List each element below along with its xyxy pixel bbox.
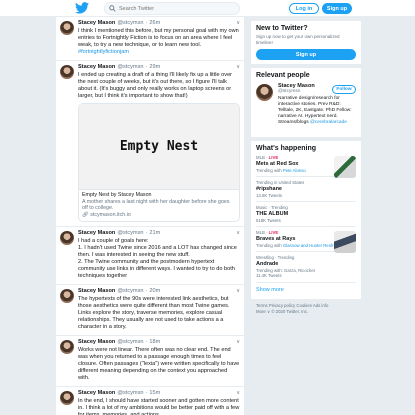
card-description: A mother shares a last night with her da… bbox=[82, 198, 230, 212]
tweet[interactable]: Stacey Mason @stcymsn · 29m ∨ I ended up… bbox=[56, 61, 244, 227]
tweet-text: In the end, I should have started sooner… bbox=[78, 398, 240, 415]
card-url: stcymason.itch.io bbox=[90, 211, 131, 218]
new-to-twitter-subtitle: Sign up now to get your own personalized… bbox=[256, 34, 340, 45]
author-name[interactable]: Stacey Mason bbox=[78, 390, 115, 397]
card-image: Empty Nest bbox=[79, 104, 239, 190]
avatar[interactable] bbox=[60, 65, 74, 79]
bio-link[interactable]: @cerebralarcade bbox=[310, 120, 347, 125]
trend-meta: MLB bbox=[256, 155, 265, 160]
author-name[interactable]: Stacey Mason bbox=[78, 230, 115, 237]
tweet-text: Works were not linear. There often was n… bbox=[78, 347, 240, 381]
author-handle[interactable]: @stcymsn bbox=[117, 339, 143, 346]
tweet[interactable]: Stacey Mason @stcymsn · 15m ∨ In the end… bbox=[56, 387, 244, 415]
sidebar-signup-button[interactable]: Sign up bbox=[256, 49, 356, 60]
author-handle[interactable]: @stcymsn bbox=[117, 20, 143, 27]
search-input[interactable] bbox=[119, 5, 239, 12]
avatar[interactable] bbox=[60, 289, 74, 303]
signup-button[interactable]: Sign up bbox=[322, 3, 352, 14]
tweet[interactable]: Stacey Mason @stcymsn · 20m ∨ The hypert… bbox=[56, 285, 244, 336]
tweet-time[interactable]: 26m bbox=[149, 20, 160, 27]
chevron-down-icon[interactable]: ∨ bbox=[236, 64, 240, 71]
tweet-text: I ended up creating a draft of a thing I… bbox=[78, 72, 233, 99]
link-icon: 🔗︎ bbox=[82, 211, 91, 218]
tweet-text: I think I mentioned this before, but my … bbox=[78, 28, 239, 48]
trend-with-link[interactable]: Pete Alonso bbox=[283, 168, 306, 173]
twitter-logo-icon[interactable] bbox=[75, 2, 89, 14]
tweet-text: I had a couple of goals here: 1. I hadn'… bbox=[78, 238, 237, 279]
trend-title: #ripshane bbox=[256, 185, 282, 192]
trend-sub: 518K Tweets bbox=[256, 217, 281, 223]
follow-button[interactable]: Follow bbox=[332, 85, 356, 94]
tweet[interactable]: Stacey Mason @stcymsn · 26m ∨ I think I … bbox=[56, 17, 244, 61]
trend-item[interactable]: MLB · LIVE Mets at Red Sox Trending with… bbox=[256, 152, 356, 178]
author-name[interactable]: Stacey Mason bbox=[78, 288, 115, 295]
live-badge: LIVE bbox=[268, 230, 279, 235]
tweet-feed: Stacey Mason @stcymsn · 26m ∨ I think I … bbox=[56, 17, 244, 415]
trend-item[interactable]: MLB · LIVE Braves at Rays Trending with … bbox=[256, 227, 356, 253]
chevron-down-icon[interactable]: ∨ bbox=[236, 339, 240, 346]
card-image-text: Empty Nest bbox=[119, 139, 199, 154]
trend-item[interactable]: Music · Trending THE ALBUM 518K Tweets bbox=[256, 202, 356, 227]
tweet-time[interactable]: 21m bbox=[149, 230, 160, 237]
search-box[interactable] bbox=[104, 2, 240, 15]
chevron-down-icon[interactable]: ∨ bbox=[236, 20, 240, 27]
trend-sub: 13.6K Tweets bbox=[256, 192, 282, 198]
link-card[interactable]: Empty Nest Empty Nest by Stacey Mason A … bbox=[78, 103, 240, 222]
trend-thumbnail bbox=[334, 231, 356, 253]
chevron-down-icon[interactable]: ∨ bbox=[236, 390, 240, 397]
relevant-people-box: Relevant people Stacey Mason @stcymsn Fo… bbox=[251, 68, 361, 137]
top-bar: Log in Sign up bbox=[0, 0, 415, 17]
trend-with-link[interactable]: Glasnow and Hunter Renfroe bbox=[283, 243, 339, 248]
tweet-time[interactable]: 29m bbox=[149, 64, 160, 71]
new-to-twitter-title: New to Twitter? bbox=[256, 25, 308, 32]
trend-sub-count: 11.4K Tweets bbox=[256, 273, 282, 278]
tweet-time[interactable]: 18m bbox=[149, 339, 160, 346]
tweet-time[interactable]: 20m bbox=[149, 288, 160, 295]
footer-copyright[interactable]: More ∨ © 2020 Twitter, Inc. bbox=[256, 309, 356, 315]
author-handle[interactable]: @stcymsn bbox=[117, 288, 143, 295]
hashtag-link[interactable]: #fortnightlyfictionjam bbox=[78, 49, 240, 56]
chevron-down-icon[interactable]: ∨ bbox=[236, 288, 240, 295]
chevron-down-icon[interactable]: ∨ bbox=[236, 230, 240, 237]
trend-item[interactable]: Trending in United States #ripshane 13.6… bbox=[256, 177, 356, 202]
right-sidebar: New to Twitter? Sign up now to get your … bbox=[251, 17, 361, 319]
author-name[interactable]: Stacey Mason bbox=[78, 339, 115, 346]
author-handle[interactable]: @stcymsn bbox=[117, 390, 143, 397]
relevant-people-title: Relevant people bbox=[256, 72, 310, 79]
search-icon bbox=[109, 5, 116, 12]
author-name[interactable]: Stacey Mason bbox=[78, 20, 115, 27]
trend-meta: MLB bbox=[256, 230, 265, 235]
new-to-twitter-box: New to Twitter? Sign up now to get your … bbox=[251, 21, 361, 64]
trend-sub: Trending with bbox=[256, 167, 282, 173]
trends-box: What's happening MLB · LIVE Mets at Red … bbox=[251, 141, 361, 299]
trend-sub: Trending with bbox=[256, 242, 282, 248]
author-handle[interactable]: @stcymsn bbox=[117, 64, 143, 71]
trend-title: Andrade bbox=[256, 260, 279, 267]
avatar[interactable] bbox=[60, 21, 74, 35]
trends-title: What's happening bbox=[256, 145, 316, 152]
author-name[interactable]: Stacey Mason bbox=[78, 64, 115, 71]
trend-item[interactable]: Wrestling · Trending Andrade Trending wi… bbox=[256, 252, 356, 283]
tweet-text: The hypertexts of the 90s were intereste… bbox=[78, 296, 230, 330]
avatar[interactable] bbox=[60, 391, 74, 405]
login-button[interactable]: Log in bbox=[289, 3, 319, 14]
author-handle[interactable]: @stcymsn bbox=[117, 230, 143, 237]
trend-thumbnail bbox=[334, 156, 356, 178]
tweet-time[interactable]: 15m bbox=[149, 390, 160, 397]
tweet[interactable]: Stacey Mason @stcymsn · 18m ∨ Works were… bbox=[56, 336, 244, 387]
live-badge: LIVE bbox=[268, 155, 279, 160]
trend-title: THE ALBUM bbox=[256, 210, 289, 217]
footer: Terms Privacy policy Cookies Ads info Mo… bbox=[251, 299, 361, 319]
relevant-person[interactable]: Stacey Mason @stcymsn Follow Narrative d… bbox=[256, 83, 356, 133]
avatar[interactable] bbox=[60, 231, 74, 245]
tweet[interactable]: Stacey Mason @stcymsn · 21m ∨ I had a co… bbox=[56, 227, 244, 285]
show-more-link[interactable]: Show more bbox=[256, 283, 356, 295]
avatar[interactable] bbox=[256, 84, 273, 101]
avatar[interactable] bbox=[60, 340, 74, 354]
